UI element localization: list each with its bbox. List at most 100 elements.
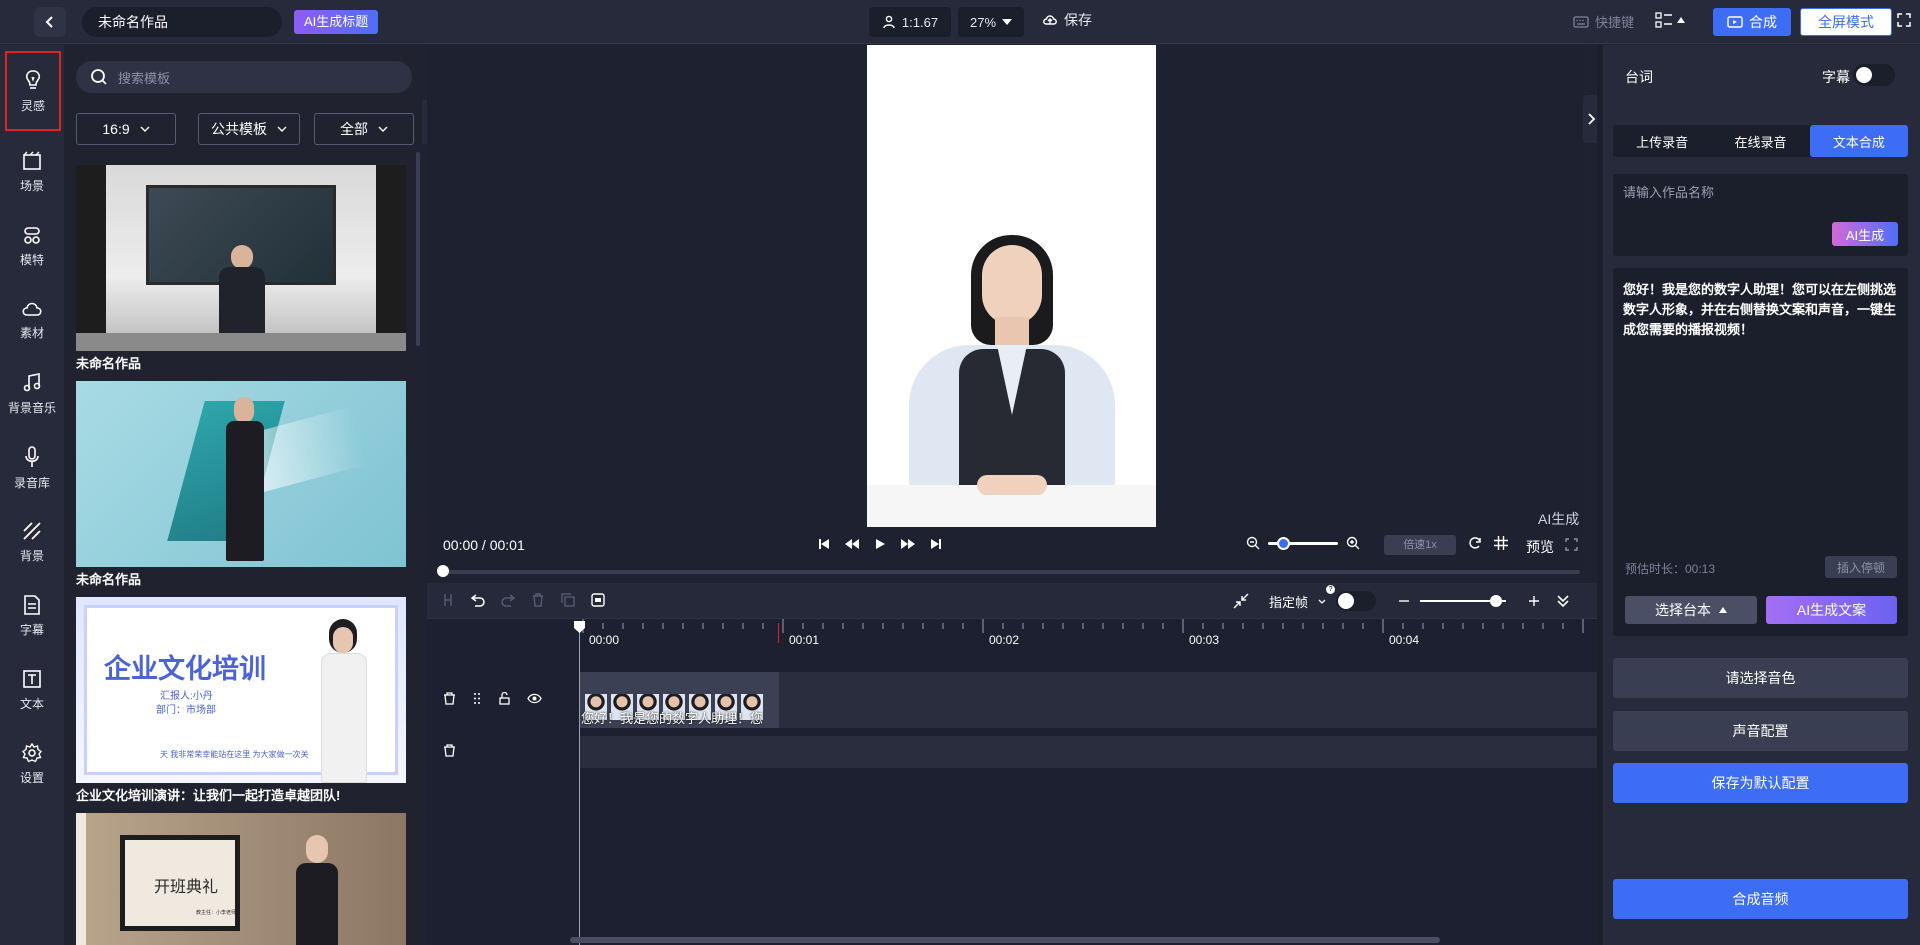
tab-text-synthesis[interactable]: 文本合成	[1809, 125, 1908, 157]
template-scrollbar[interactable]	[416, 152, 420, 346]
speed-button[interactable]: 倍速1x	[1384, 535, 1456, 555]
compose-audio-button[interactable]: 合成音频	[1613, 879, 1908, 919]
section-title: 台词	[1625, 69, 1653, 85]
preview-canvas[interactable]	[867, 45, 1156, 527]
nav-label: 录音库	[13, 475, 50, 490]
insert-pause-button[interactable]: 插入停顿	[1825, 556, 1897, 578]
zoom-dropdown[interactable]: 27%	[958, 7, 1024, 37]
eye-icon[interactable]	[527, 693, 542, 704]
double-chevron-down-icon[interactable]	[1556, 594, 1570, 608]
plus-icon[interactable]	[1528, 595, 1540, 607]
save-default-button[interactable]: 保存为默认配置	[1613, 763, 1908, 803]
filter-ratio[interactable]: 16:9	[76, 113, 176, 145]
fast-forward-icon[interactable]	[900, 538, 916, 550]
play-icon[interactable]	[874, 538, 886, 550]
ai-title-button[interactable]: AI生成标题	[294, 10, 379, 34]
template-card[interactable]: 未命名作品	[76, 381, 406, 587]
tab-upload-recording[interactable]: 上传录音	[1613, 125, 1711, 157]
nav-item-model[interactable]: 模特	[0, 209, 64, 283]
nav-item-inspiration[interactable]: 灵感	[4, 50, 62, 132]
frame-toggle[interactable]: ?	[1326, 585, 1377, 611]
zoom-slider[interactable]	[1268, 536, 1338, 550]
choose-voice-button[interactable]: 请选择音色	[1613, 658, 1908, 698]
grid-icon[interactable]	[1494, 536, 1508, 550]
audio-track[interactable]	[579, 736, 1597, 768]
rewind-icon[interactable]	[844, 538, 860, 550]
scene-icon	[23, 151, 41, 170]
nav-item-recordings[interactable]: 录音库	[0, 431, 64, 505]
split-icon[interactable]	[441, 593, 455, 607]
template-card[interactable]: 企业文化培训 汇报人:小丹 部门：市场部 天 我非常荣幸能站在这里 为大家做一次…	[76, 597, 406, 803]
template-card[interactable]: 开班典礼 教主任：小李老师	[76, 813, 406, 945]
minus-icon[interactable]	[1398, 595, 1410, 607]
timeline-scale-slider[interactable]	[1420, 595, 1507, 607]
template-title: 未命名作品	[76, 572, 142, 587]
skip-start-icon[interactable]	[818, 538, 830, 550]
timeline-ruler[interactable]: 00:00 00:01 00:02 00:03 00:04	[579, 619, 1597, 649]
tab-online-recording[interactable]: 在线录音	[1711, 125, 1809, 157]
voice-config-button[interactable]: 声音配置	[1613, 711, 1908, 751]
nav-item-subtitle[interactable]: 字幕	[0, 579, 64, 653]
preview-button[interactable]: 预览	[1526, 537, 1554, 557]
nav-label: 设置	[19, 770, 44, 785]
compose-button[interactable]: 合成	[1713, 8, 1791, 36]
redo-icon[interactable]	[501, 593, 515, 607]
chevron-right-icon	[1588, 113, 1596, 125]
background-icon	[23, 521, 41, 540]
trash-icon[interactable]	[443, 744, 456, 757]
template-search[interactable]: 搜索模板	[76, 61, 412, 93]
left-nav: 灵感 场景 模特 素材 背景音乐 录音库 背景 字幕 文本 设置	[0, 45, 64, 945]
copy-icon[interactable]	[561, 593, 575, 607]
zoom-slider-handle[interactable]	[1276, 536, 1290, 550]
filter-source[interactable]: 公共模板	[198, 113, 300, 145]
zoom-out-icon[interactable]	[1246, 536, 1260, 550]
screenshot-icon[interactable]	[591, 593, 605, 607]
nav-item-settings[interactable]: 设置	[0, 727, 64, 801]
nav-item-scene[interactable]: 场景	[0, 135, 64, 209]
ai-generate-button[interactable]: AI生成	[1832, 222, 1898, 246]
preview-zoom-control	[1246, 536, 1360, 550]
shrink-icon[interactable]	[1233, 593, 1249, 609]
search-input[interactable]: 搜索模板	[118, 68, 170, 87]
unlock-icon[interactable]	[498, 692, 511, 705]
fullscreen-icon[interactable]	[1565, 538, 1578, 551]
fullscreen-mode-button[interactable]: 全屏模式	[1800, 8, 1892, 36]
subtitle-toggle[interactable]	[1853, 64, 1895, 86]
project-title-field[interactable]: 未命名作品	[82, 7, 282, 37]
caret-up-icon	[1719, 607, 1727, 613]
playback-progress-handle[interactable]	[437, 565, 449, 577]
playhead-handle[interactable]	[574, 621, 585, 633]
playhead[interactable]	[579, 623, 580, 945]
drag-handle-icon[interactable]	[472, 692, 482, 705]
nav-item-text[interactable]: 文本	[0, 653, 64, 727]
ratio-selector[interactable]: 1:1.67	[869, 7, 951, 37]
filter-category[interactable]: 全部	[314, 113, 414, 145]
ai-write-button[interactable]: AI生成文案	[1766, 596, 1897, 624]
nav-item-material[interactable]: 素材	[0, 283, 64, 357]
playback-progress[interactable]	[442, 570, 1580, 574]
nav-item-bgm[interactable]: 背景音乐	[0, 357, 64, 431]
slide-footer: 天 我非常荣幸能站在这里 为大家做一次关	[160, 750, 309, 759]
script-textarea[interactable]: 您好！我是您的数字人助理！您可以在左侧挑选数字人形象，并在右侧替换文案和声音，一…	[1613, 268, 1908, 636]
trash-icon[interactable]	[443, 692, 456, 705]
shortcut-button[interactable]: 快捷键	[1573, 12, 1634, 31]
frame-label: 指定帧	[1269, 594, 1309, 610]
back-button[interactable]	[34, 7, 66, 37]
skip-end-icon[interactable]	[930, 538, 942, 550]
template-card[interactable]: 未命名作品	[76, 165, 406, 371]
timeline-scrollbar[interactable]	[570, 937, 1440, 943]
undo-icon[interactable]	[471, 593, 485, 607]
expand-icon[interactable]	[1897, 13, 1911, 27]
choose-script-button[interactable]: 选择台本	[1625, 596, 1757, 624]
timeline-scale-handle[interactable]	[1490, 595, 1503, 607]
delete-icon[interactable]	[531, 593, 545, 607]
model-icon	[24, 226, 40, 244]
layout-icon	[1655, 12, 1672, 28]
nav-item-background[interactable]: 背景	[0, 505, 64, 579]
save-button[interactable]: 保存	[1042, 10, 1092, 30]
zoom-in-icon[interactable]	[1346, 536, 1360, 550]
chevron-down-icon[interactable]	[1318, 599, 1326, 604]
refresh-icon[interactable]	[1468, 536, 1482, 550]
nav-label: 素材	[19, 325, 44, 340]
layout-toggle-button[interactable]	[1655, 12, 1685, 28]
